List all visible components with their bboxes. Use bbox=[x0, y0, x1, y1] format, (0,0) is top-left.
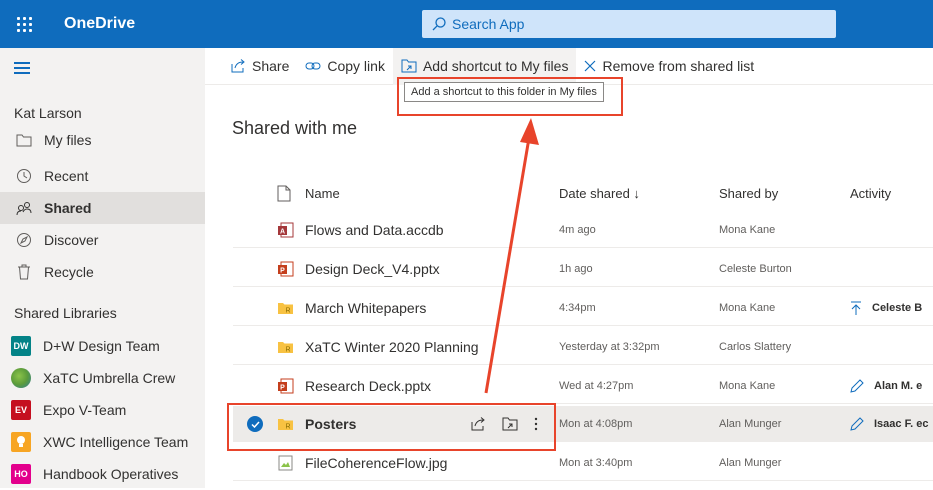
annotation-arrow-icon bbox=[484, 118, 539, 394]
